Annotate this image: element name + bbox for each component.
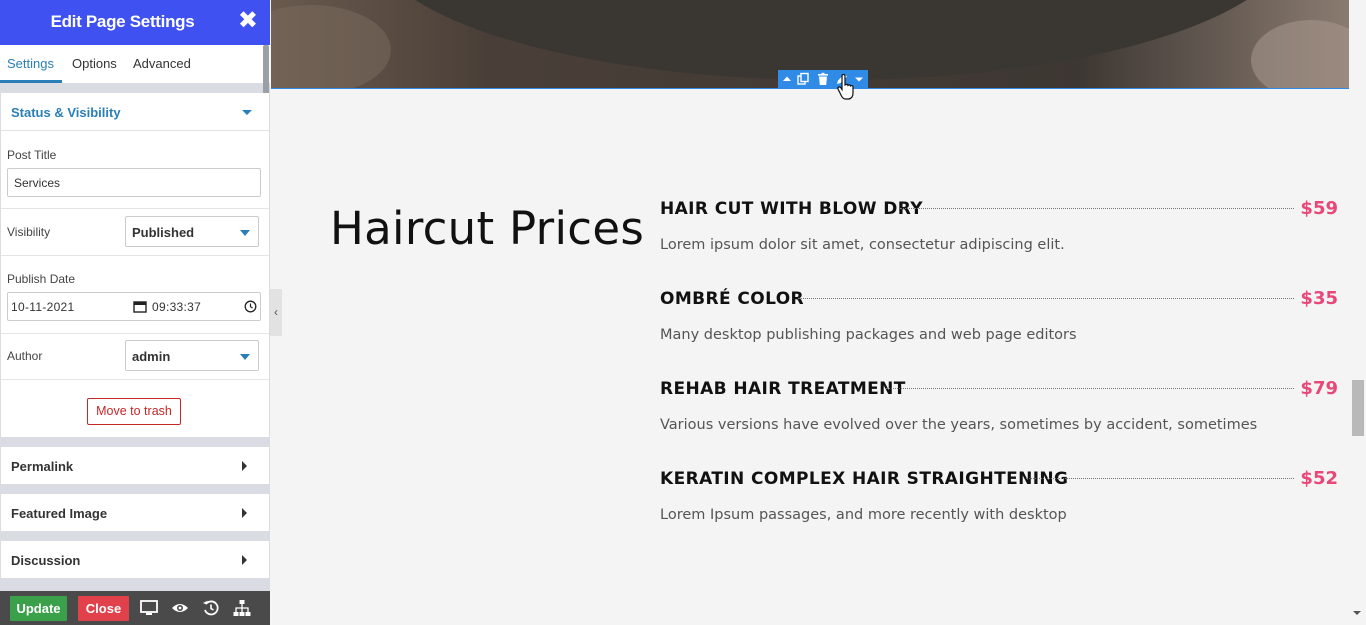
sidebar-collapse-handle[interactable]: ‹ [270, 289, 282, 336]
featured-image-section[interactable]: Featured Image [1, 494, 269, 531]
chevron-down-icon [240, 354, 250, 360]
divider [1, 255, 269, 256]
discussion-label: Discussion [11, 553, 81, 568]
author-label: Author [7, 349, 43, 363]
price-value: $35 [1300, 288, 1338, 309]
price-item-description: Lorem ipsum dolor sit amet, consectetur … [660, 237, 1065, 253]
author-select[interactable]: admin [125, 340, 259, 371]
visibility-label: Visibility [7, 225, 51, 239]
publish-date-label: Publish Date [7, 272, 76, 286]
scroll-down-arrow-icon[interactable] [1353, 611, 1361, 615]
price-item-description: Various versions have evolved over the y… [660, 417, 1258, 433]
sitemap-icon[interactable] [233, 599, 251, 617]
tab-advanced[interactable]: Advanced [133, 56, 191, 71]
move-up-icon[interactable] [780, 72, 794, 86]
dotted-leader [886, 388, 1294, 389]
author-value: admin [132, 349, 171, 364]
price-value: $52 [1300, 468, 1338, 489]
caret-down-icon [242, 110, 252, 115]
publish-date-value: 10-11-2021 [11, 300, 75, 314]
price-value: $59 [1300, 198, 1338, 219]
permalink-label: Permalink [11, 459, 74, 474]
calendar-icon[interactable] [133, 300, 147, 313]
chevron-down-icon [240, 230, 250, 236]
price-value: $79 [1300, 378, 1338, 399]
hand-cursor-icon [837, 74, 854, 100]
price-item-name: REHAB HAIR TREATMENT [660, 379, 906, 399]
price-item-description: Many desktop publishing packages and web… [660, 327, 1077, 343]
post-title-label: Post Title [7, 148, 57, 162]
sidebar-header: Edit Page Settings ✖ [0, 0, 270, 45]
publish-time-value: 09:33:37 [152, 300, 202, 314]
page-scrollbar-thumb[interactable] [1352, 380, 1364, 436]
settings-tabs: Settings Options Advanced [0, 45, 270, 83]
post-title-input[interactable] [7, 168, 261, 197]
divider [1, 379, 269, 380]
divider [1, 208, 269, 209]
update-button[interactable]: Update [10, 596, 67, 621]
status-visibility-header[interactable]: Status & Visibility [1, 93, 269, 131]
sidebar-title: Edit Page Settings [50, 12, 195, 31]
permalink-section[interactable]: Permalink [1, 447, 269, 484]
tab-settings[interactable]: Settings [7, 56, 54, 71]
status-visibility-panel: Status & Visibility Post Title Visibilit… [1, 93, 269, 437]
page-heading: Haircut Prices [330, 202, 645, 255]
status-visibility-label: Status & Visibility [11, 105, 121, 120]
dotted-leader [798, 298, 1294, 299]
page-scrollbar[interactable] [1349, 0, 1366, 625]
visibility-value: Published [132, 225, 195, 240]
tab-options[interactable]: Options [72, 56, 117, 71]
close-button[interactable]: Close [78, 596, 129, 621]
active-tab-indicator [0, 80, 62, 83]
trash-icon[interactable] [816, 72, 830, 86]
dotted-leader [1026, 478, 1294, 479]
visibility-select[interactable]: Published [125, 216, 259, 247]
close-icon[interactable]: ✖ [238, 9, 258, 33]
price-item-description: Lorem Ipsum passages, and more recently … [660, 507, 1067, 523]
sidebar-footer: Update Close [0, 591, 270, 625]
discussion-section[interactable]: Discussion [1, 541, 269, 578]
price-item-name: HAIR CUT WITH BLOW DRY [660, 199, 924, 219]
duplicate-icon[interactable] [796, 72, 810, 86]
history-icon[interactable] [202, 599, 220, 617]
price-item-name: KERATIN COMPLEX HAIR STRAIGHTENING [660, 469, 1069, 489]
row-selection-border [271, 88, 1349, 89]
dotted-leader [900, 208, 1294, 209]
move-to-trash-button[interactable]: Move to trash [87, 398, 181, 425]
divider [1, 333, 269, 334]
clock-icon[interactable] [244, 300, 257, 313]
price-item-name: OMBRÉ COLOR [660, 289, 805, 309]
featured-image-label: Featured Image [11, 506, 108, 521]
caret-right-icon [242, 461, 247, 471]
eye-icon[interactable] [171, 599, 189, 617]
caret-right-icon [242, 508, 247, 518]
caret-right-icon [242, 555, 247, 565]
page-settings-sidebar: Edit Page Settings ✖ Settings Options Ad… [0, 0, 270, 625]
desktop-icon[interactable] [140, 599, 158, 617]
publish-date-field[interactable]: 10-11-2021 09:33:37 [7, 292, 261, 321]
